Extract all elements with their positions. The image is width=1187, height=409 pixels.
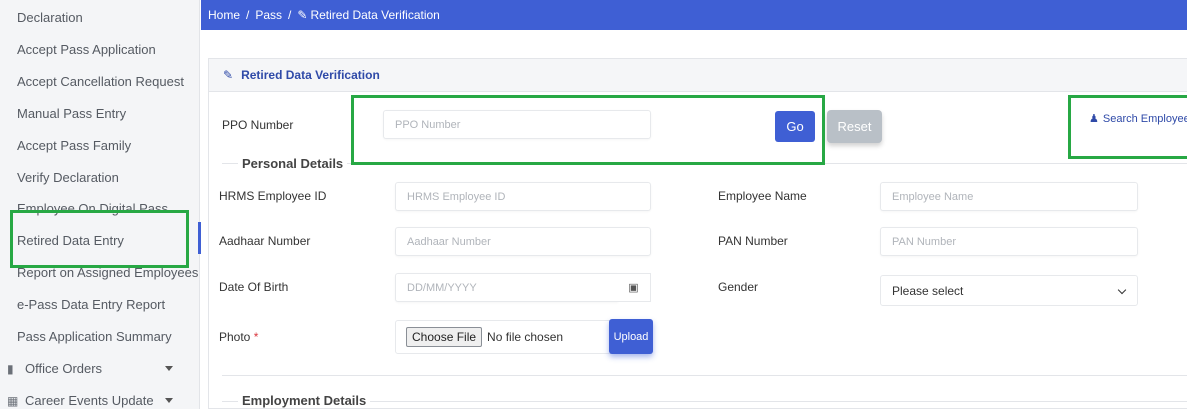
sidebar-item-verify-declaration[interactable]: Verify Declaration: [17, 170, 119, 185]
sidebar-item-declaration[interactable]: Declaration: [17, 10, 83, 25]
employee-name-label: Employee Name: [718, 189, 807, 203]
upload-button[interactable]: Upload: [609, 319, 653, 354]
hrms-employee-id-label: HRMS Employee ID: [219, 189, 327, 203]
highlight-box-retired-data-entry: [10, 210, 189, 268]
breadcrumb-separator: /: [246, 8, 250, 22]
panel-title: Retired Data Verification: [241, 68, 380, 82]
sidebar-group-label: Career Events Update: [25, 393, 154, 408]
sidebar-item-pass-application-summary[interactable]: Pass Application Summary: [17, 329, 172, 344]
sidebar-item-manual-pass-entry[interactable]: Manual Pass Entry: [17, 106, 126, 121]
sidebar-group-office-orders[interactable]: ▮ Office Orders: [7, 361, 102, 376]
aadhaar-number-label: Aadhaar Number: [219, 234, 311, 248]
highlight-box-search-employee: [1068, 95, 1187, 159]
personal-details-legend: Personal Details: [238, 156, 348, 171]
gender-select-value: Please select: [892, 283, 964, 298]
choose-file-button[interactable]: Choose File: [406, 327, 483, 347]
sidebar-item-epass-data-entry-report[interactable]: e-Pass Data Entry Report: [17, 297, 165, 312]
sidebar-group-label: Office Orders: [25, 361, 103, 376]
date-of-birth-label: Date Of Birth: [219, 280, 289, 294]
gender-select[interactable]: Please select: [880, 275, 1138, 306]
document-icon: ▮: [7, 361, 14, 376]
edit-icon: ✎: [297, 8, 308, 22]
panel-header: ✎ Retired Data Verification: [209, 59, 1187, 92]
aadhaar-number-input[interactable]: Aadhaar Number: [395, 227, 651, 256]
file-status: No file chosen: [487, 330, 564, 344]
table-icon: ▦: [7, 393, 19, 408]
highlight-box-ppo: [351, 95, 825, 165]
breadcrumb-home[interactable]: Home: [208, 8, 240, 22]
pan-number-label: PAN Number: [718, 234, 788, 248]
fieldset-border: [222, 375, 1187, 376]
required-marker: *: [253, 330, 259, 344]
sidebar: Declaration Accept Pass Application Acce…: [0, 0, 201, 409]
employment-details-legend: Employment Details: [238, 393, 371, 408]
ppo-number-label: PPO Number: [222, 118, 294, 132]
breadcrumb-pass[interactable]: Pass: [255, 8, 282, 22]
breadcrumb-current: Retired Data Verification: [310, 8, 440, 22]
sidebar-item-accept-pass-application[interactable]: Accept Pass Application: [17, 42, 156, 57]
employee-name-input[interactable]: Employee Name: [880, 182, 1138, 211]
breadcrumb-separator: /: [288, 8, 292, 22]
hrms-employee-id-input[interactable]: HRMS Employee ID: [395, 182, 651, 211]
photo-label-text: Photo: [219, 330, 251, 344]
edit-icon: ✎: [223, 68, 234, 82]
sidebar-group-career-events-update[interactable]: ▦ Career Events Update: [7, 393, 154, 408]
chevron-down-icon[interactable]: [165, 398, 173, 403]
sidebar-item-accept-cancellation-request[interactable]: Accept Cancellation Request: [17, 74, 184, 89]
chevron-down-icon: [1117, 285, 1127, 295]
photo-label: Photo *: [219, 330, 258, 344]
active-indicator: [198, 222, 201, 254]
sidebar-item-accept-pass-family[interactable]: Accept Pass Family: [17, 138, 131, 153]
pan-number-input[interactable]: PAN Number: [880, 227, 1138, 256]
date-of-birth-input[interactable]: DD/MM/YYYY: [395, 273, 618, 302]
breadcrumb: Home / Pass / ✎ Retired Data Verificatio…: [201, 0, 1187, 30]
calendar-icon[interactable]: ▣: [617, 273, 651, 302]
gender-label: Gender: [718, 280, 759, 294]
chevron-down-icon[interactable]: [165, 366, 173, 371]
reset-button[interactable]: Reset: [827, 110, 882, 143]
